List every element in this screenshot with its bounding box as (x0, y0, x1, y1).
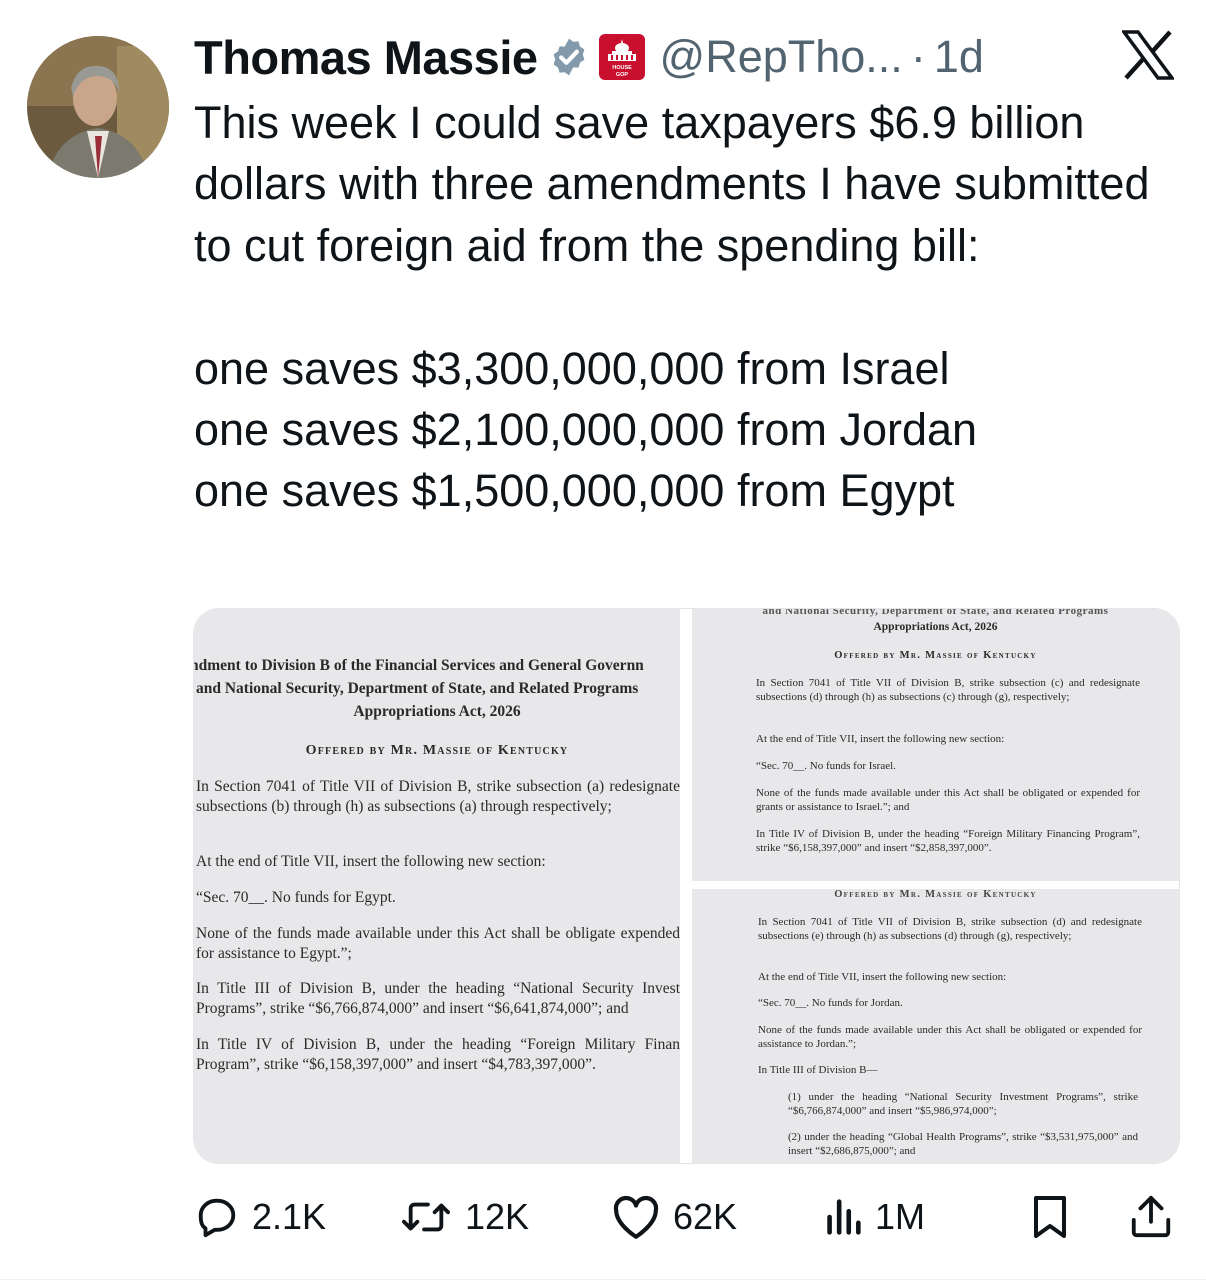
author-name[interactable]: Thomas Massie (194, 30, 538, 85)
doc-paragraph: At the end of Title VII, insert the foll… (756, 733, 1005, 745)
doc-act-name: Appropriations Act, 2026 (353, 703, 521, 720)
timestamp[interactable]: 1d (934, 31, 984, 83)
share-button[interactable] (1128, 1185, 1174, 1249)
doc-paragraph: (1) under the heading “National Security… (788, 1091, 1138, 1117)
media-image-jordan-amendment[interactable]: Offered by Mr. Massie of Kentucky In Sec… (692, 889, 1179, 1163)
doc-paragraph: “Sec. 70__. No funds for Egypt. (196, 889, 396, 906)
author-handle[interactable]: @RepTho... (660, 31, 903, 83)
bottom-divider (0, 1279, 1206, 1280)
doc-paragraph: None of the funds made available under t… (758, 1024, 1142, 1050)
separator-dot: · (910, 31, 926, 82)
doc-title-line: ndment to Division B of the Financial Se… (194, 657, 644, 674)
doc-paragraph: At the end of Title VII, insert the foll… (196, 853, 546, 870)
house-gop-badge-icon[interactable]: HOUSE GOP (598, 33, 646, 81)
like-count: 62K (673, 1196, 738, 1237)
repost-icon (402, 1202, 450, 1232)
tweet-intro: This week I could save taxpayers $6.9 bi… (194, 97, 1150, 271)
avatar[interactable] (27, 36, 169, 178)
reply-icon (198, 1198, 236, 1238)
tweet-line-jordan: one saves $2,100,000,000 from Jordan (194, 404, 978, 456)
doc-paragraph: In Section 7041 of Title VII of Division… (196, 778, 680, 815)
media-image-egypt-amendment[interactable]: ndment to Division B of the Financial Se… (194, 609, 680, 1163)
doc-cut-header: and National Security, Department of Sta… (762, 609, 1109, 617)
bookmark-icon (1034, 1196, 1066, 1238)
tweet-line-egypt: one saves $1,500,000,000 from Egypt (194, 465, 955, 517)
badge-text-gop: GOP (615, 72, 628, 78)
like-button[interactable]: 62K (611, 1185, 737, 1249)
repost-count: 12K (465, 1196, 530, 1237)
doc-paragraph: In Section 7041 of Title VII of Division… (758, 916, 1142, 942)
doc-paragraph: None of the funds made available under t… (196, 925, 680, 962)
reply-count: 2.1K (252, 1196, 327, 1237)
doc-paragraph: In Title IV of Division B, under the hea… (196, 1036, 680, 1073)
media-image-israel-amendment[interactable]: and National Security, Department of Sta… (692, 609, 1179, 881)
doc-offered-by: Offered by Mr. Massie of Kentucky (834, 889, 1037, 900)
doc-paragraph: In Section 7041 of Title VII of Division… (756, 677, 1140, 703)
doc-paragraph: (2) under the heading “Global Health Pro… (788, 1131, 1138, 1157)
doc-title-line: and National Security, Department of Sta… (196, 680, 639, 697)
verified-badge-icon[interactable] (548, 36, 590, 78)
views-count: 1M (875, 1196, 926, 1237)
like-icon (613, 1195, 659, 1239)
media-grid[interactable]: ndment to Division B of the Financial Se… (193, 608, 1180, 1164)
doc-paragraph: None of the funds made available under t… (756, 787, 1140, 813)
badge-text-house: HOUSE (612, 65, 632, 71)
views-button[interactable]: 1M (823, 1185, 925, 1249)
tweet-header: Thomas Massie HOUSE GOP @RepTho... · 1d (194, 26, 984, 88)
doc-offered-by: Offered by Mr. Massie of Kentucky (834, 650, 1037, 661)
views-icon (827, 1199, 861, 1235)
doc-paragraph: In Title III of Division B, under the he… (196, 980, 680, 1017)
doc-paragraph: In Title III of Division B— (758, 1064, 878, 1076)
tweet-text: This week I could save taxpayers $6.9 bi… (194, 92, 1184, 522)
share-icon (1131, 1195, 1171, 1238)
doc-offered-by: Offered by Mr. Massie of Kentucky (305, 743, 569, 758)
doc-paragraph: At the end of Title VII, insert the foll… (758, 971, 1007, 983)
doc-paragraph: In Title IV of Division B, under the hea… (756, 828, 1140, 854)
doc-paragraph: “Sec. 70__. No funds for Jordan. (758, 997, 903, 1009)
tweet-line-israel: one saves $3,300,000,000 from Israel (194, 342, 950, 394)
repost-button[interactable]: 12K (399, 1185, 529, 1249)
action-bar: 2.1K 12K 62K 1M (0, 1185, 1206, 1249)
x-logo-icon (1122, 30, 1174, 80)
reply-button[interactable]: 2.1K (194, 1185, 326, 1249)
bookmark-button[interactable] (1030, 1185, 1070, 1249)
doc-act-name: Appropriations Act, 2026 (873, 621, 998, 633)
doc-paragraph: “Sec. 70__. No funds for Israel. (756, 760, 896, 772)
